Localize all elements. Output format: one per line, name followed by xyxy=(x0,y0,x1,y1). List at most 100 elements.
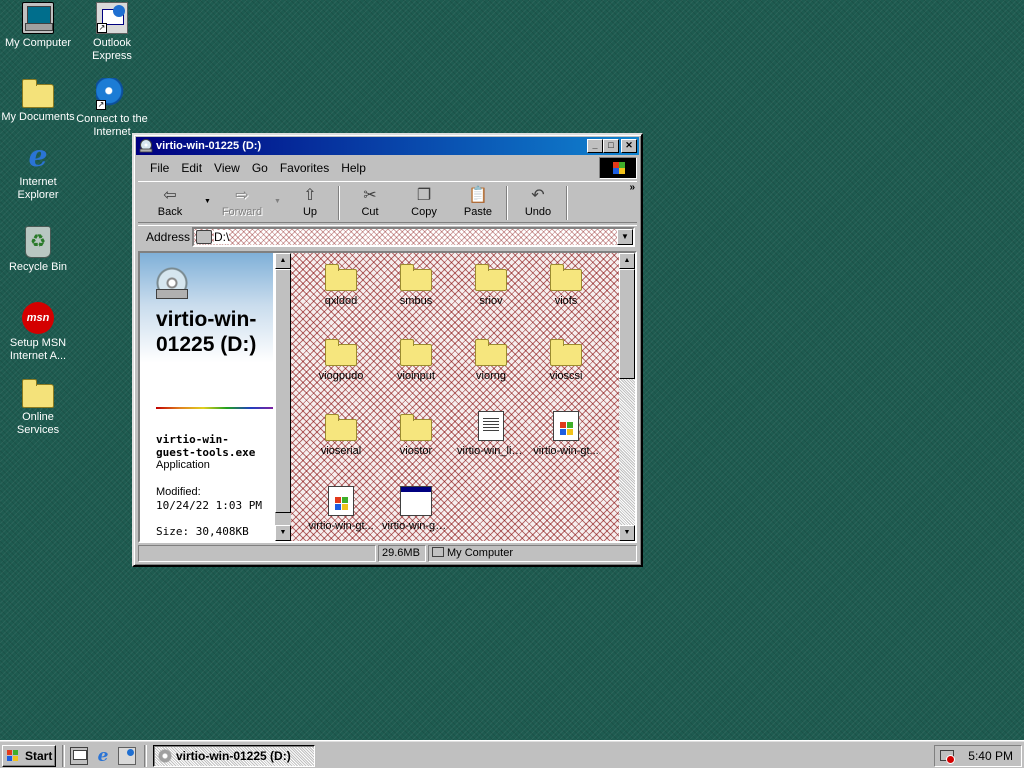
status-size: 29.6MB xyxy=(378,545,426,562)
status-bar: 29.6MB My Computer xyxy=(138,543,637,563)
address-input[interactable]: D:\ ▼ xyxy=(192,227,635,247)
file-item[interactable]: viorng xyxy=(455,336,527,383)
clock[interactable]: 5:40 PM xyxy=(968,749,1013,763)
scroll-down-icon[interactable]: ▼ xyxy=(275,525,291,541)
file-name: smbus xyxy=(399,295,433,307)
file-item[interactable]: sriov xyxy=(455,261,527,308)
back-dropdown-icon[interactable]: ▼ xyxy=(204,198,211,205)
scroll-down-icon[interactable]: ▼ xyxy=(619,525,635,541)
shortcut-arrow-icon: ↗ xyxy=(96,100,106,110)
desktop-icon-connect-internet[interactable]: ↗ Connect to the Internet xyxy=(74,78,150,139)
desktop-icon-internet-explorer[interactable]: e Internet Explorer xyxy=(0,141,76,202)
file-name: virtio-win-gt... xyxy=(308,520,374,532)
content-area: virtio-win-01225 (D:) virtio-win-guest-t… xyxy=(138,251,637,543)
cd-drive-icon xyxy=(158,749,172,763)
desktop-icon-my-computer[interactable]: My Computer xyxy=(0,2,76,50)
copy-icon: ❐ xyxy=(416,187,432,204)
desktop-icon-label: Internet Explorer xyxy=(17,176,59,201)
modified-date: 10/24/22 1:03 PM xyxy=(156,499,262,512)
scroll-up-icon[interactable]: ▲ xyxy=(275,253,291,269)
file-item[interactable]: virtio-win-gt... xyxy=(530,411,602,458)
desktop-icon-label: My Documents xyxy=(1,111,75,123)
up-folder-icon: ⇧ xyxy=(303,187,317,204)
outlook-express-icon[interactable] xyxy=(118,747,136,765)
menu-file[interactable]: File xyxy=(144,161,175,175)
paste-label: Paste xyxy=(463,206,493,218)
scroll-thumb[interactable] xyxy=(275,269,291,513)
up-label: Up xyxy=(302,206,318,218)
close-button[interactable]: ✕ xyxy=(621,139,637,153)
back-button[interactable]: ⇦ Back xyxy=(144,184,196,222)
copy-button[interactable]: ❐ Copy xyxy=(398,184,450,222)
web-view-info-pane: virtio-win-01225 (D:) virtio-win-guest-t… xyxy=(140,253,273,541)
copy-label: Copy xyxy=(411,206,437,218)
file-item[interactable]: vioinput xyxy=(380,336,452,383)
menu-favorites[interactable]: Favorites xyxy=(274,161,335,175)
menu-edit[interactable]: Edit xyxy=(175,161,208,175)
status-location-label: My Computer xyxy=(447,547,514,559)
internet-explorer-icon: e xyxy=(28,139,48,174)
desktop-icon-outlook-express[interactable]: ↗ Outlook Express xyxy=(74,2,150,63)
info-pane-scrollbar[interactable]: ▲ ▼ xyxy=(275,253,291,541)
menu-help[interactable]: Help xyxy=(335,161,372,175)
scroll-thumb[interactable] xyxy=(619,269,635,379)
menu-view[interactable]: View xyxy=(208,161,246,175)
show-desktop-icon[interactable] xyxy=(70,747,88,765)
toolbar-more-chevron-icon[interactable]: » xyxy=(629,182,635,193)
paste-icon: 📋 xyxy=(468,187,488,204)
taskbar-window-button[interactable]: virtio-win-01225 (D:) xyxy=(153,745,315,767)
my-computer-icon xyxy=(22,2,54,34)
file-item[interactable]: virtio-win_lic... xyxy=(455,411,527,458)
back-arrow-icon: ⇦ xyxy=(163,187,177,204)
folder-icon xyxy=(22,79,54,108)
my-computer-icon xyxy=(432,547,444,557)
connect-internet-icon: ↗ xyxy=(96,78,128,110)
scheduler-icon[interactable] xyxy=(939,748,955,764)
title-bar[interactable]: virtio-win-01225 (D:) _ □ ✕ xyxy=(136,137,639,155)
file-item[interactable]: qxldod xyxy=(305,261,377,308)
windows-logo-icon xyxy=(7,750,12,755)
desktop-icon-setup-msn[interactable]: msn Setup MSN Internet A... xyxy=(0,302,76,363)
file-item[interactable]: virtio-win-gt... xyxy=(305,486,377,533)
file-item[interactable]: viofs xyxy=(530,261,602,308)
scroll-up-icon[interactable]: ▲ xyxy=(619,253,635,269)
up-button[interactable]: ⇧ Up xyxy=(284,184,336,222)
status-location: My Computer xyxy=(428,545,637,562)
menu-go[interactable]: Go xyxy=(246,161,274,175)
cut-button[interactable]: ✂ Cut xyxy=(344,184,396,222)
folder-icon xyxy=(475,264,507,291)
forward-dropdown-icon[interactable]: ▼ xyxy=(274,198,281,205)
menu-bar: File Edit View Go Favorites Help xyxy=(136,157,639,179)
folder-icon xyxy=(325,414,357,441)
desktop-icon-recycle-bin[interactable]: Recycle Bin xyxy=(0,226,76,274)
file-name: vioserial xyxy=(320,445,362,457)
file-name: viorng xyxy=(476,370,506,382)
file-item[interactable]: viostor xyxy=(380,411,452,458)
paste-button[interactable]: 📋 Paste xyxy=(452,184,504,222)
status-panel-main xyxy=(138,545,376,562)
file-name: viostor xyxy=(399,445,433,457)
file-item[interactable]: vioscsi xyxy=(530,336,602,383)
file-item[interactable]: vioserial xyxy=(305,411,377,458)
undo-button[interactable]: ↶ Undo xyxy=(512,184,564,222)
taskbar: Start e virtio-win-01225 (D:) 5:40 PM xyxy=(0,740,1024,768)
desktop-icon-my-documents[interactable]: My Documents xyxy=(0,78,76,124)
system-tray: 5:40 PM xyxy=(934,745,1022,767)
forward-button[interactable]: ⇨ Forward xyxy=(216,184,268,222)
maximize-button[interactable]: □ xyxy=(603,139,619,153)
desktop-icon-label: Recycle Bin xyxy=(8,261,68,273)
file-item[interactable]: smbus xyxy=(380,261,452,308)
internet-explorer-icon[interactable]: e xyxy=(94,747,112,765)
cd-drive-icon xyxy=(139,139,153,153)
desktop-icon-online-services[interactable]: Online Services xyxy=(0,378,76,437)
forward-label: Forward xyxy=(221,206,263,218)
minimize-button[interactable]: _ xyxy=(587,139,603,153)
file-item[interactable]: virtio-win-gu... xyxy=(380,486,452,533)
file-list-scrollbar[interactable]: ▲ ▼ xyxy=(619,253,635,541)
selected-file-name: virtio-win-guest-tools.exe xyxy=(156,433,256,459)
windows-logo-icon xyxy=(599,157,637,179)
start-button[interactable]: Start xyxy=(2,745,56,767)
address-dropdown-icon[interactable]: ▼ xyxy=(617,229,633,245)
file-item[interactable]: viogpudo xyxy=(305,336,377,383)
shortcut-arrow-icon: ↗ xyxy=(97,23,107,33)
